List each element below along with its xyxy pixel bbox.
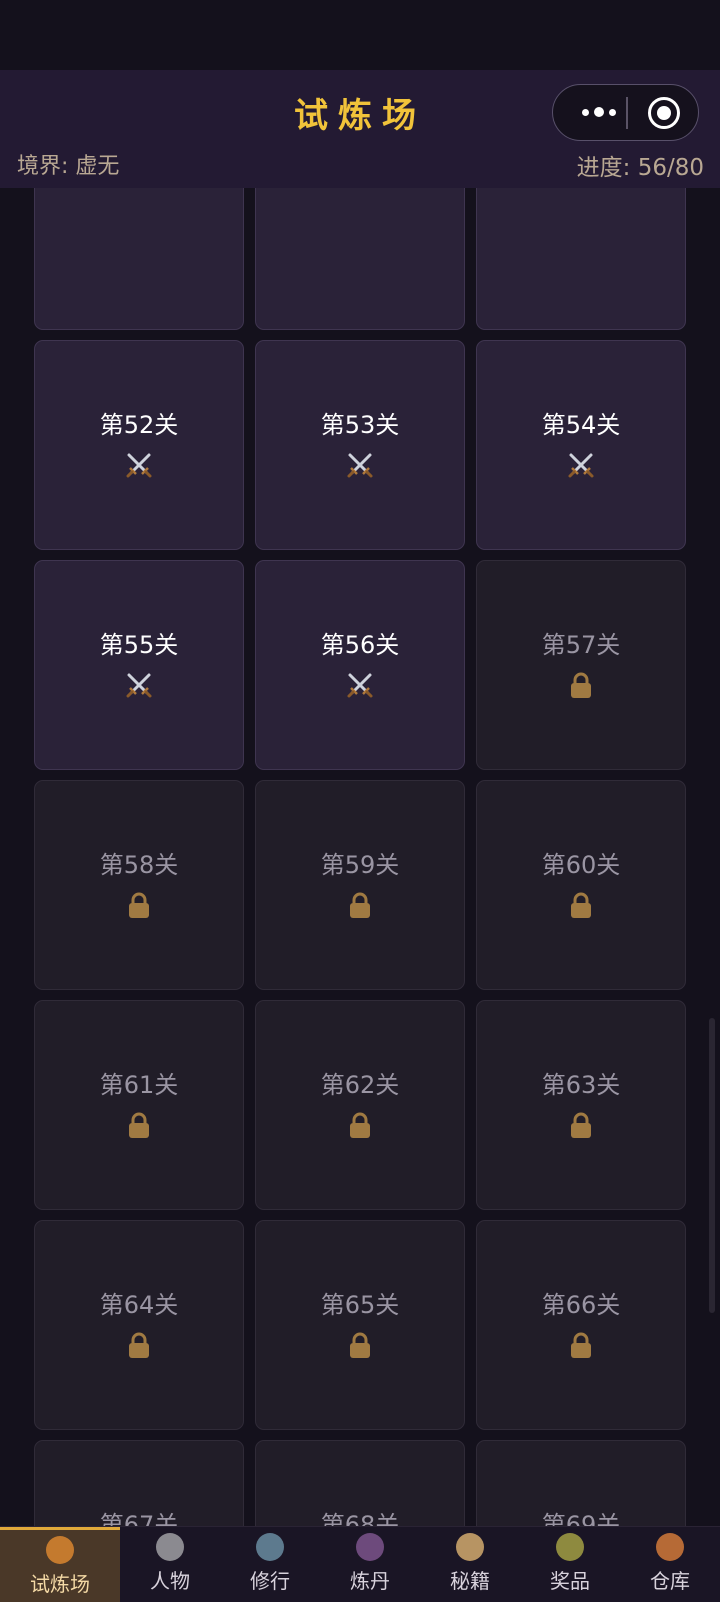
level-label: 第66关 [541,1291,621,1319]
level-cell: 第61关 [34,1000,244,1210]
tab-storage[interactable]: 仓库 [620,1527,720,1602]
character-icon [156,1533,184,1561]
lock-icon [124,890,154,920]
level-label: 第65关 [320,1291,400,1319]
level-cell: 第60关 [476,780,686,990]
crossed-swords-icon [124,670,154,700]
storage-icon [656,1533,684,1561]
level-label: 第58关 [99,851,179,879]
tab-character[interactable]: 人物 [120,1527,220,1602]
level-cell: 第65关 [255,1220,465,1430]
level-label: 第62关 [320,1071,400,1099]
level-label: 第63关 [541,1071,621,1099]
tab-label: 修行 [250,1569,290,1593]
level-label: 第61关 [99,1071,179,1099]
level-label: 第60关 [541,851,621,879]
level-cell: 第64关 [34,1220,244,1430]
tab-scroll[interactable]: 秘籍 [420,1527,520,1602]
scrollbar[interactable] [709,1018,715,1313]
level-label: 第55关 [99,631,179,659]
tab-cultivation[interactable]: 修行 [220,1527,320,1602]
tab-reward[interactable]: 奖品 [520,1527,620,1602]
tab-trial[interactable]: 试炼场 [0,1527,120,1602]
level-cell: 第67关 [34,1440,244,1526]
tab-label: 秘籍 [450,1569,490,1593]
level-label: 第64关 [99,1291,179,1319]
tab-alchemy[interactable]: 炼丹 [320,1527,420,1602]
cultivation-icon [256,1533,284,1561]
level-cell[interactable] [255,188,465,330]
level-cell[interactable] [476,188,686,330]
level-cell: 第62关 [255,1000,465,1210]
close-target-icon[interactable] [648,97,680,129]
trial-icon [46,1536,74,1564]
level-label: 第52关 [99,411,179,439]
level-cell: 第68关 [255,1440,465,1526]
level-cell[interactable] [34,188,244,330]
level-label: 第69关 [541,1511,621,1526]
lock-icon [345,890,375,920]
crossed-swords-icon [345,670,375,700]
level-cell: 第66关 [476,1220,686,1430]
realm-label: 境界: 虚无 [17,154,120,179]
capsule-divider [626,97,628,129]
level-cell[interactable]: 第56关 [255,560,465,770]
tab-label: 奖品 [550,1569,590,1593]
lock-icon [566,670,596,700]
level-label: 第57关 [541,631,621,659]
crossed-swords-icon [124,450,154,480]
progress-label: 进度: 56/80 [576,155,704,181]
level-label: 第59关 [320,851,400,879]
level-label: 第54关 [541,411,621,439]
lock-icon [345,1330,375,1360]
lock-icon [566,1110,596,1140]
level-cell[interactable]: 第55关 [34,560,244,770]
tab-label: 试炼场 [30,1572,90,1596]
level-cell[interactable]: 第53关 [255,340,465,550]
tab-label: 人物 [150,1569,190,1593]
tab-label: 仓库 [650,1569,690,1593]
level-grid-scroll[interactable]: 第52关 第53关 第54关第55关 第56关 第57关第58关 第59关 第60关第61关… [0,188,720,1526]
level-grid: 第52关 第53关 第54关第55关 第56关 第57关第58关 第59关 第60关第61关… [34,188,686,1526]
level-label: 第68关 [320,1511,400,1526]
miniprogram-capsule [552,84,699,141]
lock-icon [566,890,596,920]
lock-icon [124,1110,154,1140]
level-label: 第67关 [99,1511,179,1526]
bottom-tab-bar: 试炼场 人物 修行 炼丹 秘籍 奖品 仓库 [0,1526,720,1602]
status-bar [0,0,720,70]
scroll-icon [456,1533,484,1561]
level-cell[interactable]: 第54关 [476,340,686,550]
crossed-swords-icon [345,450,375,480]
level-label: 第53关 [320,411,400,439]
level-cell[interactable]: 第52关 [34,340,244,550]
reward-icon [556,1533,584,1561]
lock-icon [345,1110,375,1140]
level-cell: 第57关 [476,560,686,770]
lock-icon [566,1330,596,1360]
level-cell: 第58关 [34,780,244,990]
level-cell: 第69关 [476,1440,686,1526]
more-options-icon[interactable] [571,85,627,139]
level-label: 第56关 [320,631,400,659]
alchemy-icon [356,1533,384,1561]
lock-icon [124,1330,154,1360]
tab-label: 炼丹 [350,1569,390,1593]
level-cell: 第59关 [255,780,465,990]
crossed-swords-icon [566,450,596,480]
level-cell: 第63关 [476,1000,686,1210]
